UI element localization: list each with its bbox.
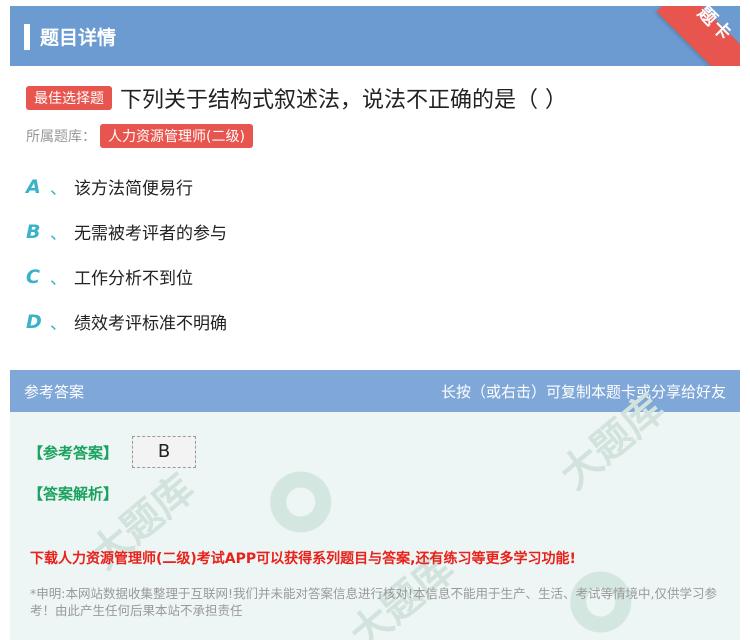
option-letter: A	[26, 175, 41, 198]
bank-label: 所属题库：	[26, 129, 96, 145]
question-type-badge: 最佳选择题	[26, 86, 112, 110]
option-list: A 、 该方法简便易行 B 、 无需被考评者的参与 C 、 工作分析不到位 D …	[26, 164, 724, 344]
disclaimer-text: *申明:本网站数据收集整理于互联网!我们并未能对答案信息进行核对!本信息不能用于…	[30, 586, 717, 618]
answer-section-title: 参考答案	[24, 382, 85, 401]
option-b[interactable]: B 、 无需被考评者的参与	[26, 209, 724, 254]
page-title: 题目详情	[40, 27, 117, 49]
question-bank: 所属题库： 人力资源管理师(二级)	[26, 124, 724, 148]
option-letter: C	[26, 265, 40, 288]
card-header: 题目详情 题卡	[10, 6, 740, 66]
question-section: 最佳选择题 下列关于结构式叙述法，说法不正确的是（ ） 所属题库： 人力资源管理…	[10, 66, 740, 344]
option-separator: 、	[50, 179, 67, 199]
answer-value: B	[132, 436, 196, 468]
option-separator: 、	[50, 224, 67, 244]
watermark-logo-icon	[260, 465, 334, 539]
option-a[interactable]: A 、 该方法简便易行	[26, 164, 724, 209]
header-accent-bar	[24, 24, 30, 50]
option-c[interactable]: C 、 工作分析不到位	[26, 254, 724, 299]
option-separator: 、	[50, 269, 67, 289]
option-letter: B	[26, 220, 41, 243]
corner-ribbon: 题卡	[642, 6, 740, 66]
app-promo-link[interactable]: 下载人力资源管理师(二级)考试APP可以获得系列题目与答案,还有练习等更多学习功…	[30, 548, 730, 568]
option-letter: D	[26, 310, 42, 333]
option-text: 绩效考评标准不明确	[74, 314, 227, 334]
question-text: 下列关于结构式叙述法，说法不正确的是（ ）	[120, 88, 567, 113]
option-text: 无需被考评者的参与	[74, 224, 227, 244]
analysis-label: 【答案解析】	[28, 485, 119, 503]
option-text: 工作分析不到位	[74, 269, 193, 289]
question-card: 题目详情 题卡 最佳选择题 下列关于结构式叙述法，说法不正确的是（ ） 所属题库…	[10, 6, 740, 344]
answer-label: 【参考答案】	[28, 444, 119, 462]
option-d[interactable]: D 、 绩效考评标准不明确	[26, 299, 724, 344]
bank-tag[interactable]: 人力资源管理师(二级)	[100, 124, 253, 148]
answer-section: 参考答案 长按（或右击）可复制本题卡或分享给好友 大题库 大题库 大题库 【参考…	[10, 370, 740, 640]
share-hint: 长按（或右击）可复制本题卡或分享给好友	[440, 382, 726, 401]
option-separator: 、	[50, 314, 67, 334]
option-text: 该方法简便易行	[74, 179, 193, 199]
question-line: 最佳选择题 下列关于结构式叙述法，说法不正确的是（ ）	[26, 82, 724, 114]
